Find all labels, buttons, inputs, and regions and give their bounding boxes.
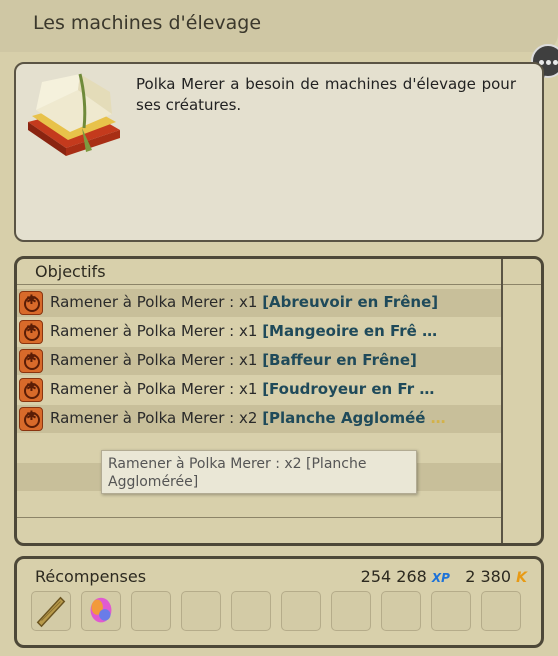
objective-empty-row <box>17 492 501 520</box>
xp-icon: XP <box>431 571 450 585</box>
objective-item-link[interactable]: [Abreuvoir en Frêne] <box>262 293 438 311</box>
rewards-values: 254 268 XP 2 380 K <box>361 567 527 586</box>
objective-row[interactable]: Ramener à Polka Merer : x1 [Baffeur en F… <box>17 347 501 375</box>
quest-description-box: Polka Merer a besoin de machines d'éleva… <box>14 62 544 242</box>
objective-row[interactable]: Ramener à Polka Merer : x1 [Mangeoire en… <box>17 318 501 346</box>
objective-text: Ramener à Polka Merer : x1 [Mangeoire en… <box>50 322 438 340</box>
objective-item-link[interactable]: [Baffeur en Frêne] <box>262 351 417 369</box>
kamas-icon: K <box>516 570 527 586</box>
wooden-plank-icon <box>36 596 66 628</box>
objective-text: Ramener à Polka Merer : x1 [Abreuvoir en… <box>50 293 439 311</box>
reward-slot[interactable] <box>331 591 371 631</box>
objective-target-icon <box>19 320 43 344</box>
reward-slot[interactable] <box>381 591 421 631</box>
reward-slot[interactable] <box>481 591 521 631</box>
objectives-footer <box>17 517 501 543</box>
xp-value: 254 268 <box>360 567 427 586</box>
reward-slot[interactable] <box>31 591 71 631</box>
reward-slot[interactable] <box>231 591 271 631</box>
rewards-panel: Récompenses 254 268 XP 2 380 K <box>14 556 544 648</box>
window-title: Les machines d'élevage <box>33 12 262 34</box>
rewards-title: Récompenses <box>35 567 147 586</box>
reward-slot[interactable] <box>131 591 171 631</box>
objective-text: Ramener à Polka Merer : x2 [Planche Aggl… <box>50 409 446 427</box>
objective-item-link[interactable]: [Planche Aggloméé <box>262 409 425 427</box>
objective-item-link[interactable]: [Mangeoire en Frê <box>262 322 417 340</box>
objectives-scrollbar[interactable] <box>501 259 503 543</box>
objective-target-icon <box>19 407 43 431</box>
objectives-title: Objectifs <box>35 262 106 281</box>
objective-target-icon <box>19 349 43 373</box>
reward-slot[interactable] <box>181 591 221 631</box>
objectives-divider <box>17 284 541 285</box>
objective-text: Ramener à Polka Merer : x1 [Baffeur en F… <box>50 351 417 369</box>
kamas-value: 2 380 <box>465 567 512 586</box>
objective-row[interactable]: Ramener à Polka Merer : x1 [Foudroyeur e… <box>17 376 501 404</box>
objective-row[interactable]: Ramener à Polka Merer : x2 [Planche Aggl… <box>17 405 501 433</box>
reward-slot[interactable] <box>281 591 321 631</box>
objective-target-icon <box>19 378 43 402</box>
title-bar: Les machines d'élevage <box>0 0 558 52</box>
objective-text: Ramener à Polka Merer : x1 [Foudroyeur e… <box>50 380 435 398</box>
book-icon <box>28 73 120 156</box>
quest-description: Polka Merer a besoin de machines d'éleva… <box>136 75 516 114</box>
objective-row[interactable]: Ramener à Polka Merer : x1 [Abreuvoir en… <box>17 289 501 317</box>
objective-tooltip: Ramener à Polka Merer : x2 [Planche Aggl… <box>101 450 417 494</box>
objective-target-icon <box>19 291 43 315</box>
objective-item-link[interactable]: [Foudroyeur en Fr <box>262 380 414 398</box>
reward-slot[interactable] <box>81 591 121 631</box>
feather-icon <box>90 597 112 623</box>
reward-slot[interactable] <box>431 591 471 631</box>
objectives-panel: Objectifs Ramener à Polka Merer : x1 [Ab… <box>14 256 544 546</box>
